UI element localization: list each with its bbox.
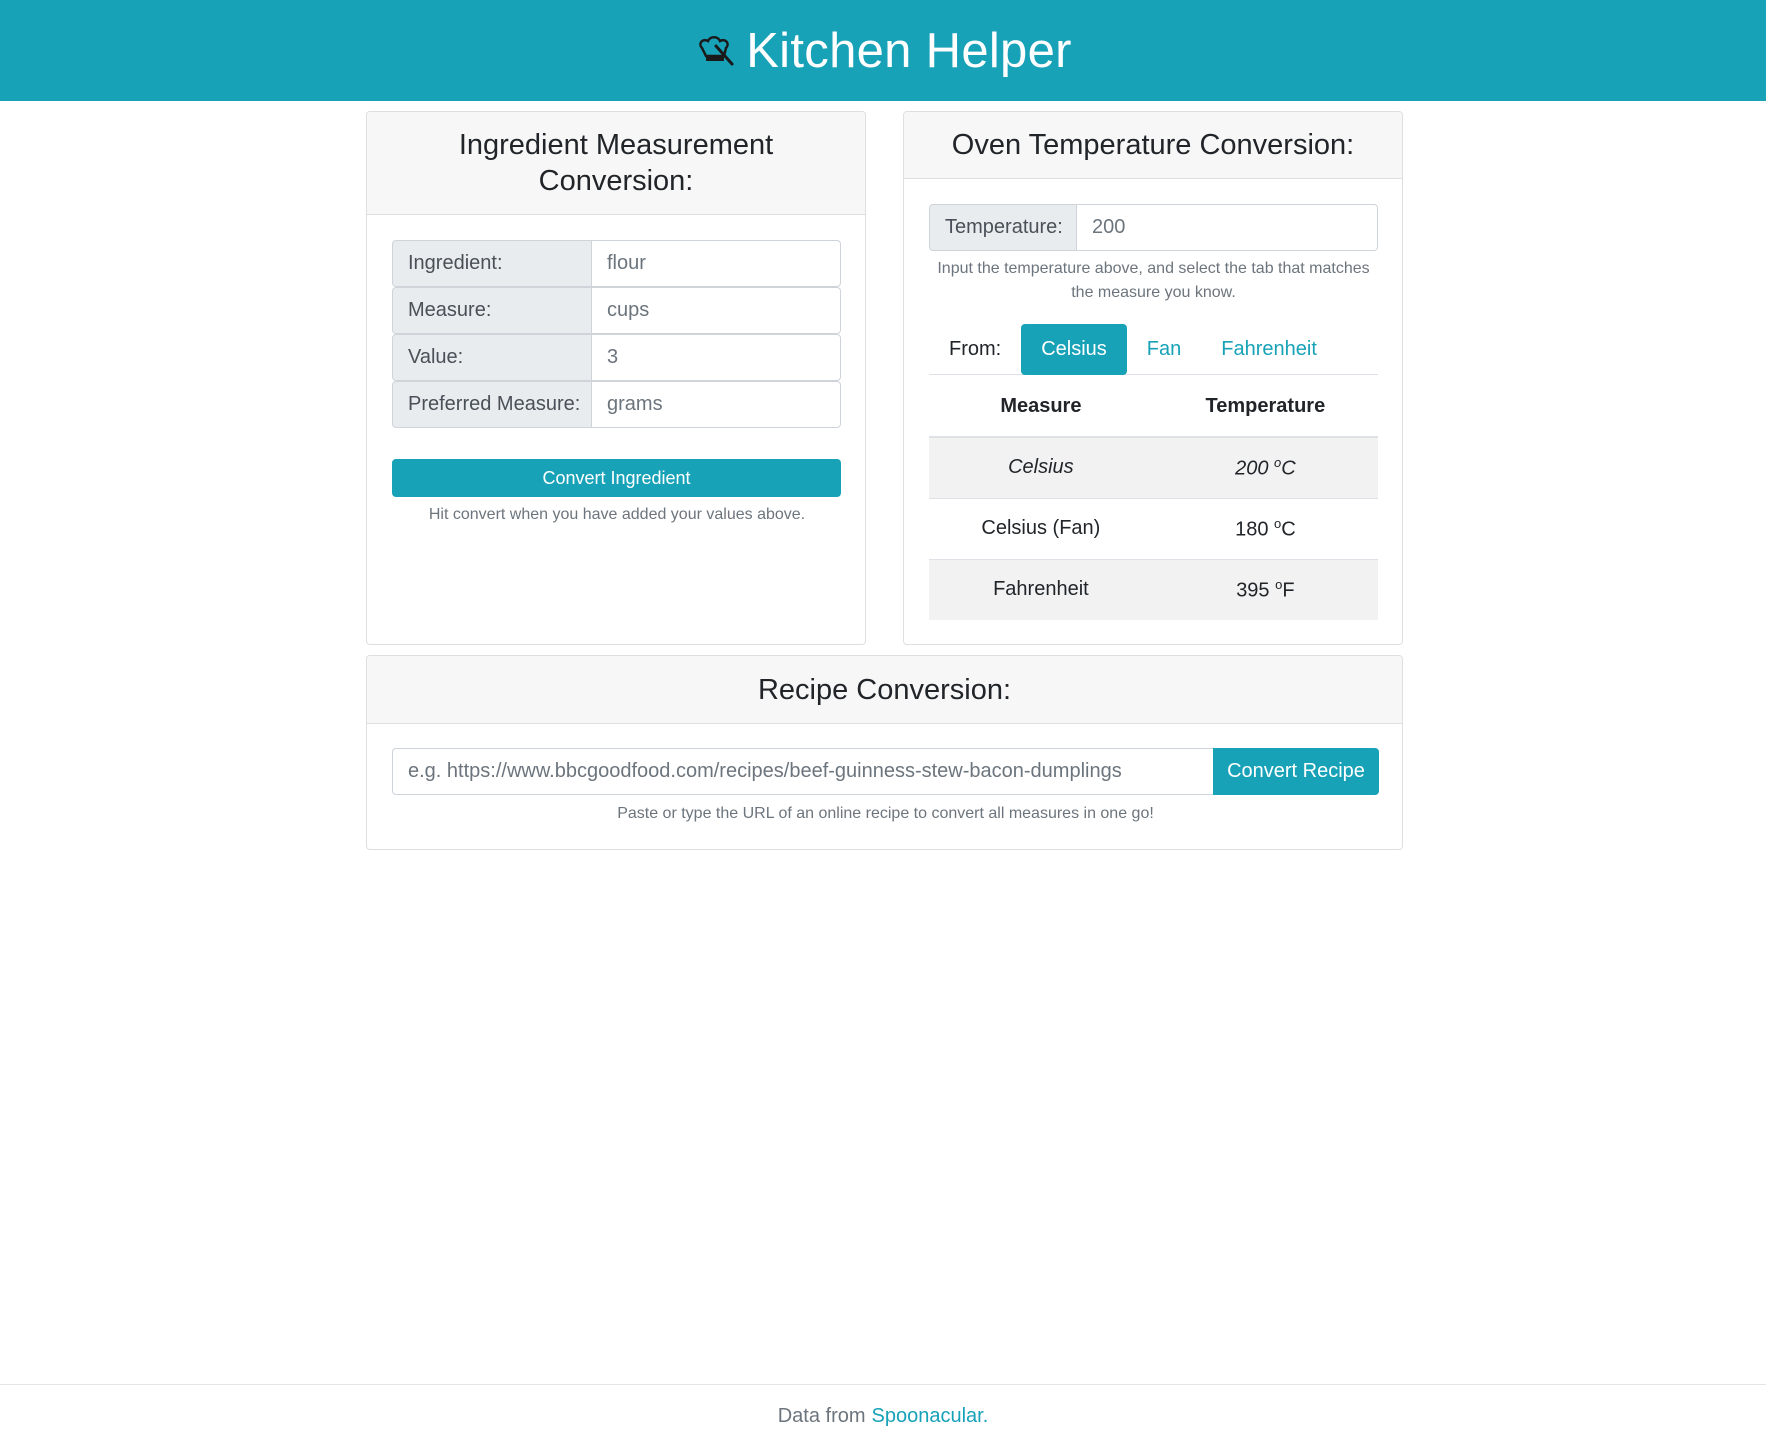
measure-label: Measure: (392, 287, 592, 334)
value-input[interactable]: 3 (592, 334, 841, 381)
preferred-measure-label: Preferred Measure: (392, 381, 592, 428)
temperature-tabs: From: Celsius Fan Fahrenheit (929, 323, 1378, 375)
oven-temperature-card: Oven Temperature Conversion: Temperature… (903, 111, 1403, 645)
temperature-unit: F (1282, 579, 1295, 602)
temperature-value: 395 (1236, 579, 1270, 602)
footer-text: Data from (777, 1404, 866, 1427)
table-header-row: Measure Temperature (929, 376, 1378, 438)
measure-input[interactable]: cups (592, 287, 841, 334)
table-row: Celsius (Fan) 180 oC (929, 497, 1378, 559)
app-title: Kitchen Helper (746, 23, 1072, 78)
recipe-card-title: Recipe Conversion: (757, 673, 1012, 706)
convert-ingredient-button[interactable]: Convert Ingredient (392, 459, 841, 497)
ingredient-card-header: Ingredient Measurement Conversion: (367, 112, 865, 215)
table-row: Celsius 200 oC (929, 436, 1378, 498)
preferred-measure-row: Preferred Measure: grams (392, 381, 841, 428)
footer: Data from Spoonacular. (0, 1384, 1766, 1447)
value-row: Value: 3 (392, 334, 841, 381)
measure-row: Measure: cups (392, 287, 841, 334)
ingredient-card-title: Ingredient Measurement Conversion: (458, 129, 774, 197)
measure-cell: Celsius (Fan) (929, 497, 1153, 559)
temperature-unit: C (1281, 518, 1296, 541)
temperature-help-text: Input the temperature above, and select … (937, 260, 1370, 301)
column-header-measure: Measure (929, 376, 1153, 438)
preferred-measure-input[interactable]: grams (592, 381, 841, 428)
table-row: Fahrenheit 395 oF (929, 558, 1378, 620)
temperature-cell: 180 oC (1152, 497, 1378, 559)
oven-card-title: Oven Temperature Conversion: (951, 129, 1355, 161)
temperature-table: Measure Temperature Celsius 200 oC Celsi… (929, 376, 1378, 620)
tab-celsius[interactable]: Celsius (1021, 323, 1127, 375)
recipe-conversion-card: Recipe Conversion: e.g. https://www.bbcg… (366, 655, 1403, 850)
brand[interactable]: Kitchen Helper (694, 23, 1072, 79)
recipe-card-header: Recipe Conversion: (367, 656, 1402, 724)
spoonacular-link[interactable]: Spoonacular. (872, 1405, 989, 1428)
tab-fahrenheit[interactable]: Fahrenheit (1201, 324, 1337, 375)
measure-cell: Fahrenheit (929, 558, 1153, 620)
temperature-value: 180 (1235, 518, 1269, 541)
temperature-label: Temperature: (929, 204, 1077, 251)
temperature-input[interactable]: 200 (1077, 204, 1378, 251)
ingredient-help-text: Hit convert when you have added your val… (428, 506, 806, 523)
value-label: Value: (392, 334, 592, 381)
recipe-input-group: e.g. https://www.bbcgoodfood.com/recipes… (392, 748, 1379, 795)
temperature-value: 200 (1235, 457, 1269, 480)
tab-fan[interactable]: Fan (1127, 324, 1201, 375)
convert-recipe-button[interactable]: Convert Recipe (1213, 748, 1379, 795)
oven-card-header: Oven Temperature Conversion: (904, 112, 1402, 179)
temperature-cell: 395 oF (1152, 558, 1378, 620)
measure-cell: Celsius (929, 436, 1153, 498)
recipe-help-text: Paste or type the URL of an online recip… (617, 805, 1154, 822)
top-navbar: Kitchen Helper (0, 0, 1766, 101)
column-header-temperature: Temperature (1152, 376, 1378, 438)
temperature-unit: C (1281, 457, 1296, 480)
ingredient-conversion-card: Ingredient Measurement Conversion: Ingre… (366, 111, 866, 645)
temperature-input-group: Temperature: 200 (929, 204, 1378, 251)
ingredient-row: Ingredient: flour (392, 240, 841, 287)
ingredient-label: Ingredient: (392, 240, 592, 287)
ingredient-form: Ingredient: flour Measure: cups Value: 3… (392, 240, 841, 428)
ingredient-input[interactable]: flour (592, 240, 841, 287)
from-label: From: (949, 337, 1002, 360)
recipe-url-input[interactable]: e.g. https://www.bbcgoodfood.com/recipes… (392, 748, 1213, 795)
chef-hat-icon (699, 35, 734, 65)
temperature-cell: 200 oC (1152, 436, 1378, 498)
